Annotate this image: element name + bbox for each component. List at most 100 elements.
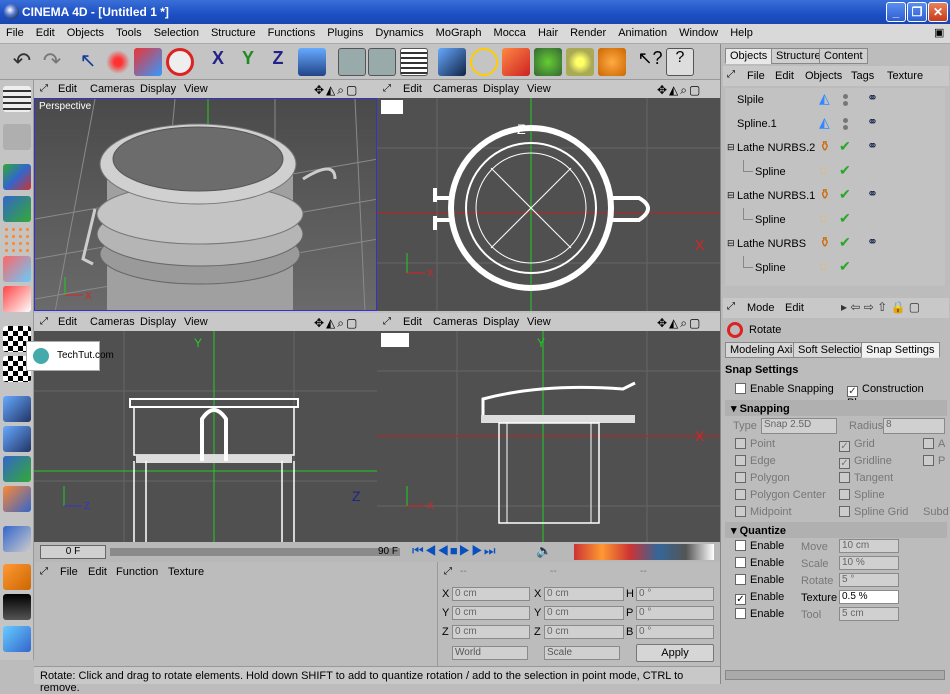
tab-content[interactable]: Content [819, 48, 868, 64]
mat-menu-function[interactable]: Function [116, 566, 158, 578]
timeline-slider[interactable] [110, 548, 400, 556]
snap-point-option[interactable]: Point [735, 438, 775, 450]
spline-icon[interactable] [470, 48, 498, 76]
enabled-check-icon[interactable]: ✔ [839, 210, 851, 227]
pen-icon[interactable] [3, 594, 31, 620]
perspective-canvas[interactable]: X Perspective [34, 98, 377, 311]
quantize-tool-field[interactable]: 5 cm [839, 607, 899, 621]
y-axis-lock-icon[interactable]: Y [234, 48, 262, 76]
obj-menu-objects[interactable]: Objects [805, 70, 842, 82]
layout-icon[interactable] [3, 86, 31, 112]
snap-extra-p-option[interactable]: P [923, 455, 945, 467]
object-row[interactable]: Slpile ◭ ⚭ [731, 88, 941, 110]
vp-menu-edit[interactable]: Edit [58, 316, 77, 328]
menu-dynamics[interactable]: Dynamics [369, 24, 429, 39]
tab-objects[interactable]: Objects [725, 48, 773, 64]
viewport-nav-icons[interactable]: ✥◭⌕▢ [314, 316, 359, 331]
x-axis-lock-icon[interactable]: X [204, 48, 232, 76]
subtab-snap-settings[interactable]: Snap Settings [861, 342, 940, 358]
radius-field[interactable]: 8 [883, 418, 945, 434]
vp-menu-display[interactable]: Display [140, 83, 176, 95]
menu-objects[interactable]: Objects [61, 24, 110, 39]
axis-mode-icon[interactable] [3, 196, 31, 222]
collapse-icon[interactable]: ⊟ [727, 190, 735, 201]
vp-menu-view[interactable]: View [527, 83, 551, 95]
coord-scale-dropdown[interactable]: Scale [544, 646, 620, 660]
enabled-check-icon[interactable]: ✔ [839, 138, 851, 155]
snap-extra-a-option[interactable]: A [923, 438, 945, 450]
material-expand-icon[interactable]: ⤢ [40, 566, 48, 577]
coord-expand-icon[interactable]: ⤢ [444, 566, 452, 577]
menu-functions[interactable]: Functions [262, 24, 322, 39]
snap-spline-option[interactable]: Spline [839, 489, 885, 501]
close-button[interactable]: ✕ [928, 2, 948, 22]
snap-edge-option[interactable]: Edge [735, 455, 776, 467]
attr-horizontal-scrollbar[interactable] [725, 670, 945, 680]
nurbs-icon[interactable] [502, 48, 530, 76]
mat-menu-edit[interactable]: Edit [88, 566, 107, 578]
enabled-check-icon[interactable]: ✔ [839, 258, 851, 275]
polygons-mode-icon[interactable] [3, 286, 31, 312]
tag-icon[interactable]: ⚭ [867, 138, 878, 154]
menu-mograph[interactable]: MoGraph [430, 24, 488, 39]
mat-menu-file[interactable]: File [60, 566, 78, 578]
coord-pos-y-field[interactable]: 0 cm [452, 606, 530, 620]
coord-world-dropdown[interactable]: World [452, 646, 528, 660]
object-row[interactable]: Spline ◌ ✔ [731, 256, 941, 278]
current-frame-field[interactable]: 0 F [40, 545, 106, 559]
snap-spline-grid-option[interactable]: Spline Grid [839, 506, 908, 518]
obj-menu-tags[interactable]: Tags [851, 70, 874, 82]
menu-file[interactable]: File [0, 24, 30, 39]
object-row[interactable]: ⊟ Lathe NURBS.1 ⚱ ✔ ⚭ [727, 184, 941, 206]
viewport-expand-icon[interactable]: ⤢ [40, 83, 48, 94]
viewport-expand-icon[interactable]: ⤢ [383, 83, 391, 94]
top-canvas[interactable]: Z X X [377, 98, 720, 311]
undo-icon[interactable]: ↶ [8, 48, 36, 76]
quantize-move-field[interactable]: 10 cm [839, 539, 899, 553]
object-row[interactable]: ⊟ Lathe NURBS ⚱ ✔ ⚭ [727, 232, 941, 254]
subtab-modeling-axis[interactable]: Modeling Axis [725, 342, 803, 358]
vp-menu-display[interactable]: Display [483, 316, 519, 328]
menu-tools[interactable]: Tools [110, 24, 148, 39]
vp-menu-view[interactable]: View [527, 316, 551, 328]
menu-render[interactable]: Render [564, 24, 612, 39]
snap-polygon-center-option[interactable]: Polygon Center [735, 489, 826, 501]
enable-axis-icon[interactable] [3, 526, 31, 552]
menu-edit[interactable]: Edit [30, 24, 61, 39]
quantize-section-header[interactable]: ▾ Quantize [725, 522, 947, 538]
snap-midpoint-option[interactable]: Midpoint [735, 506, 792, 518]
menu-selection[interactable]: Selection [148, 24, 205, 39]
tweak-mode-icon[interactable] [3, 426, 31, 452]
coord-size-x-field[interactable]: 0 cm [544, 587, 624, 601]
vp-menu-cameras[interactable]: Cameras [90, 316, 135, 328]
render-view-icon[interactable] [338, 48, 366, 76]
brush-icon[interactable] [3, 626, 31, 652]
snap-settings-icon[interactable] [3, 486, 31, 512]
workplane-icon[interactable] [3, 396, 31, 422]
quantize-rotate-enable[interactable]: Enable [735, 574, 784, 586]
object-axis-icon[interactable] [3, 164, 31, 190]
vp-menu-edit[interactable]: Edit [403, 316, 422, 328]
timeline[interactable]: 0 F 90 F ⏮◀◀■▶▶⏭ 🔈 [34, 542, 720, 562]
vp-menu-edit[interactable]: Edit [403, 83, 422, 95]
object-row[interactable]: Spline ◌ ✔ [731, 208, 941, 230]
tag-icon[interactable]: ⚭ [867, 186, 878, 202]
render-settings-icon[interactable] [400, 48, 428, 76]
object-row[interactable]: ⊟ Lathe NURBS.2 ⚱ ✔ ⚭ [727, 136, 941, 158]
viewport-expand-icon[interactable]: ⤢ [383, 316, 391, 327]
vp-menu-view[interactable]: View [184, 83, 208, 95]
scale-tool-icon[interactable] [134, 48, 162, 76]
edges-mode-icon[interactable] [3, 256, 31, 282]
coordinate-system-icon[interactable] [298, 48, 326, 76]
menu-plugins[interactable]: Plugins [321, 24, 369, 39]
model-mode-icon[interactable] [3, 124, 31, 150]
points-mode-icon[interactable] [3, 226, 31, 252]
menu-close-icon[interactable]: ▣ [934, 26, 944, 39]
enabled-check-icon[interactable]: ✔ [839, 186, 851, 203]
collapse-icon[interactable]: ⊟ [727, 142, 735, 153]
menu-structure[interactable]: Structure [205, 24, 262, 39]
mat-menu-texture[interactable]: Texture [168, 566, 204, 578]
viewport-perspective[interactable]: ⤢ Edit Cameras Display View ✥◭⌕▢ X Persp… [34, 80, 377, 311]
solo-icon[interactable] [3, 564, 31, 590]
live-selection-icon[interactable]: ↖ [74, 48, 102, 76]
